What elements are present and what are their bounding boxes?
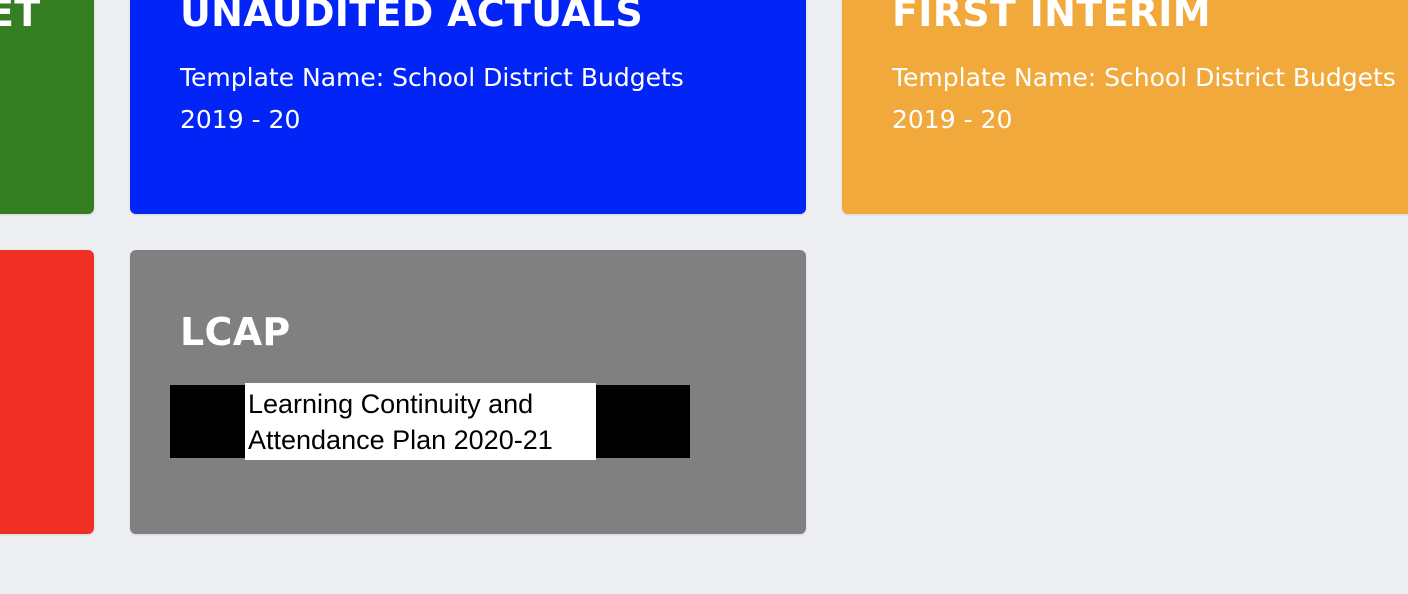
unaudited-actuals-template: Template Name: School District Budgets 2… <box>180 57 684 141</box>
unaudited-actuals-title: UNAUDITED ACTUALS <box>180 0 644 35</box>
budget-card-title: ET <box>0 0 41 35</box>
unaudited-actuals-card[interactable]: UNAUDITED ACTUALS Template Name: School … <box>130 0 806 214</box>
first-interim-template-name: Template Name: School District Budgets <box>892 63 1396 92</box>
unaudited-actuals-year: 2019 - 20 <box>180 105 301 134</box>
budget-card[interactable]: ET <box>0 0 94 214</box>
red-card[interactable] <box>0 250 94 534</box>
first-interim-year: 2019 - 20 <box>892 105 1013 134</box>
first-interim-card[interactable]: FIRST INTERIM Template Name: School Dist… <box>842 0 1408 214</box>
unaudited-actuals-template-name: Template Name: School District Budgets <box>180 63 684 92</box>
lcap-card[interactable]: LCAP Learning Continuity and Attendance … <box>130 250 806 534</box>
first-interim-title: FIRST INTERIM <box>892 0 1211 35</box>
lcap-label-strip: Learning Continuity and Attendance Plan … <box>170 383 690 460</box>
lcap-label-line-1: Learning Continuity and <box>248 389 534 419</box>
lcap-title: LCAP <box>180 310 291 354</box>
lcap-label: Learning Continuity and Attendance Plan … <box>245 383 596 460</box>
lcap-label-line-2: Attendance Plan 2020-21 <box>248 425 553 455</box>
first-interim-template: Template Name: School District Budgets 2… <box>892 57 1396 141</box>
